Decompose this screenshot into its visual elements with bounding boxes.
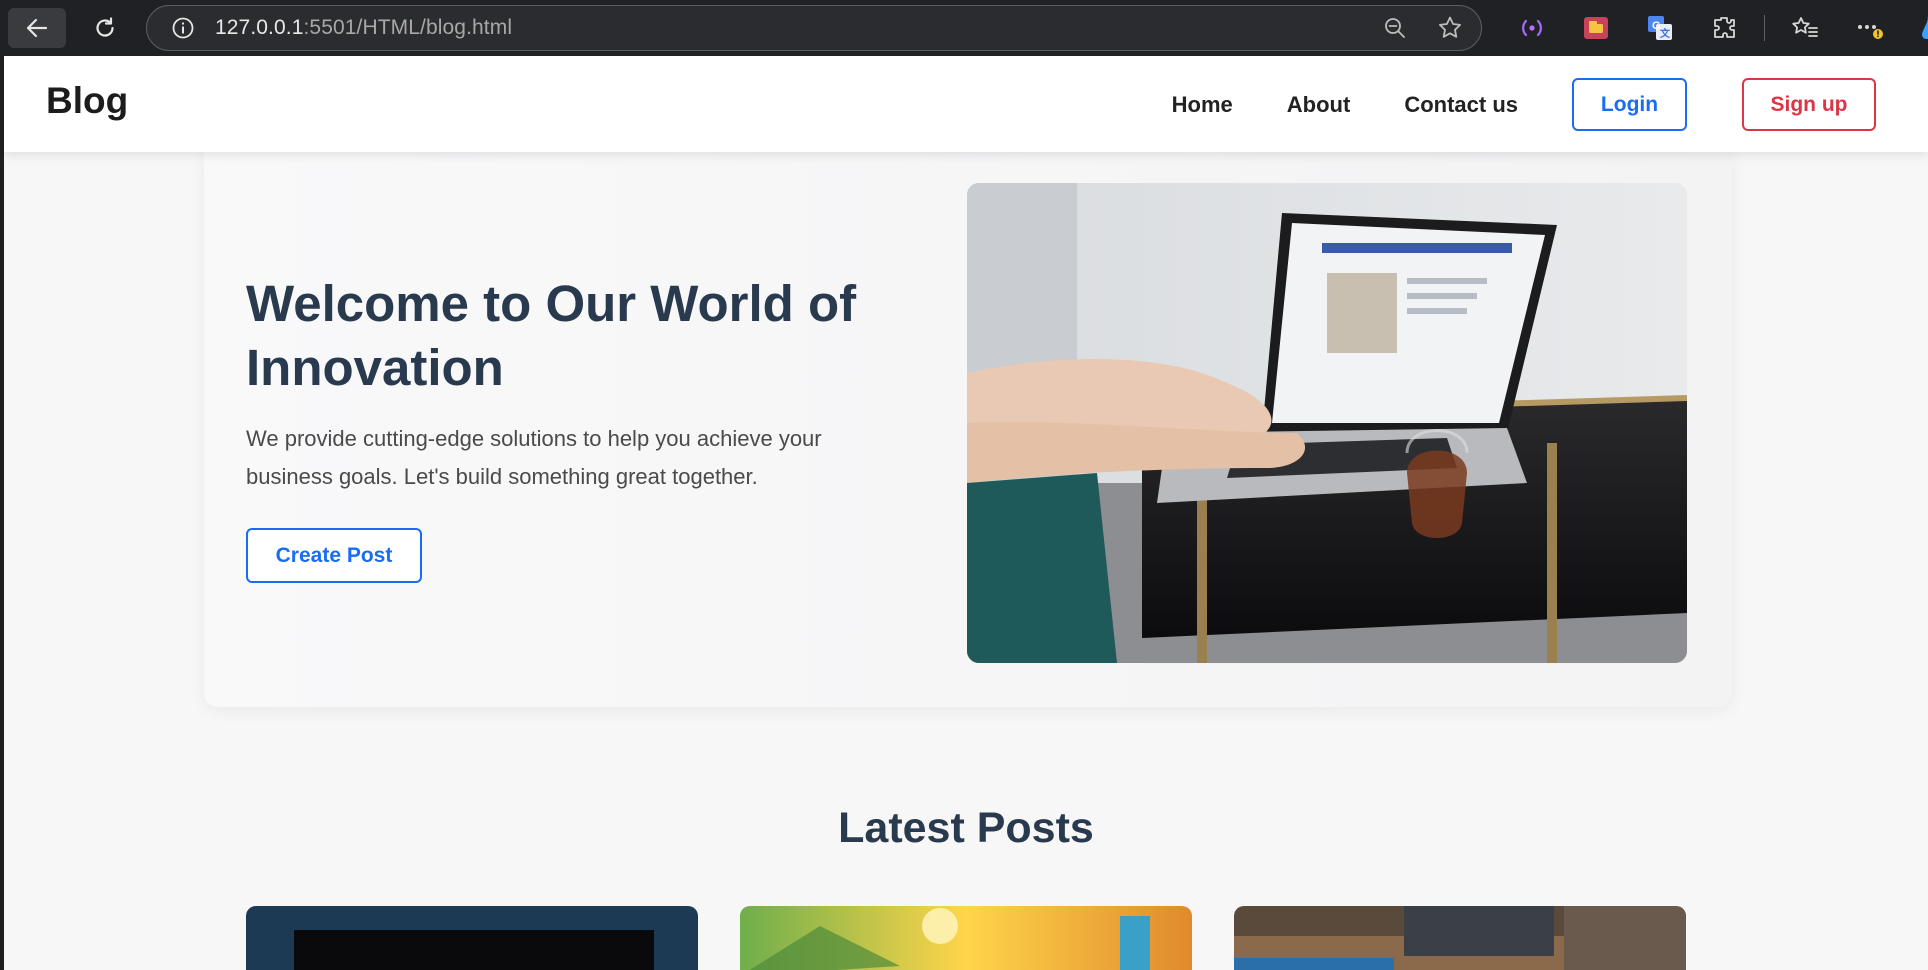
page-viewport: Blog Home About Contact us Login Sign up…: [4, 56, 1928, 970]
hero-laptop-photo: [967, 183, 1687, 663]
address-bar[interactable]: 127.0.0.1:5501/HTML/blog.html: [146, 5, 1482, 51]
svg-text:文: 文: [1660, 27, 1671, 40]
nav-contact-link[interactable]: Contact us: [1404, 92, 1518, 118]
site-logo[interactable]: Blog: [46, 80, 128, 122]
login-button[interactable]: Login: [1572, 78, 1687, 131]
reload-button[interactable]: [76, 8, 134, 48]
broadcast-icon[interactable]: [1500, 0, 1564, 56]
favorite-star-icon[interactable]: [1437, 15, 1463, 41]
url-text: 127.0.0.1:5501/HTML/blog.html: [215, 16, 512, 40]
url-path: :5501/HTML/blog.html: [303, 16, 513, 39]
extensions-icon[interactable]: [1692, 0, 1756, 56]
post-card-image-1[interactable]: [246, 906, 698, 970]
zoom-out-icon[interactable]: [1383, 16, 1407, 40]
post-card-image-2[interactable]: [740, 906, 1192, 970]
main-nav: Home About Contact us Login Sign up: [1172, 78, 1876, 131]
browser-toolbar: 127.0.0.1:5501/HTML/blog.html G文: [0, 0, 1928, 56]
more-menu-icon[interactable]: [1837, 0, 1901, 56]
latest-posts-title: Latest Posts: [838, 804, 1094, 852]
signup-button[interactable]: Sign up: [1742, 78, 1876, 131]
site-header: Blog Home About Contact us Login Sign up: [4, 56, 1928, 152]
back-button[interactable]: [8, 8, 66, 48]
toolbar-divider: [1764, 15, 1765, 41]
url-host: 127.0.0.1: [215, 16, 304, 39]
copilot-icon[interactable]: [1901, 0, 1928, 56]
reload-icon: [96, 17, 114, 37]
nav-home-link[interactable]: Home: [1172, 92, 1233, 118]
favorites-list-icon[interactable]: [1773, 0, 1837, 56]
translate-icon[interactable]: G文: [1628, 0, 1692, 56]
create-post-button[interactable]: Create Post: [246, 528, 422, 583]
post-card-image-3[interactable]: [1234, 906, 1686, 970]
site-info-icon[interactable]: [171, 16, 195, 40]
nav-about-link[interactable]: About: [1287, 92, 1351, 118]
hero-title: Welcome to Our World of Innovation: [246, 275, 857, 396]
hero-section: Welcome to Our World of Innovation We pr…: [204, 152, 1732, 707]
collections-icon[interactable]: [1564, 0, 1628, 56]
back-arrow-icon: [26, 18, 48, 38]
hero-description: We provide cutting-edge solutions to hel…: [246, 426, 822, 489]
